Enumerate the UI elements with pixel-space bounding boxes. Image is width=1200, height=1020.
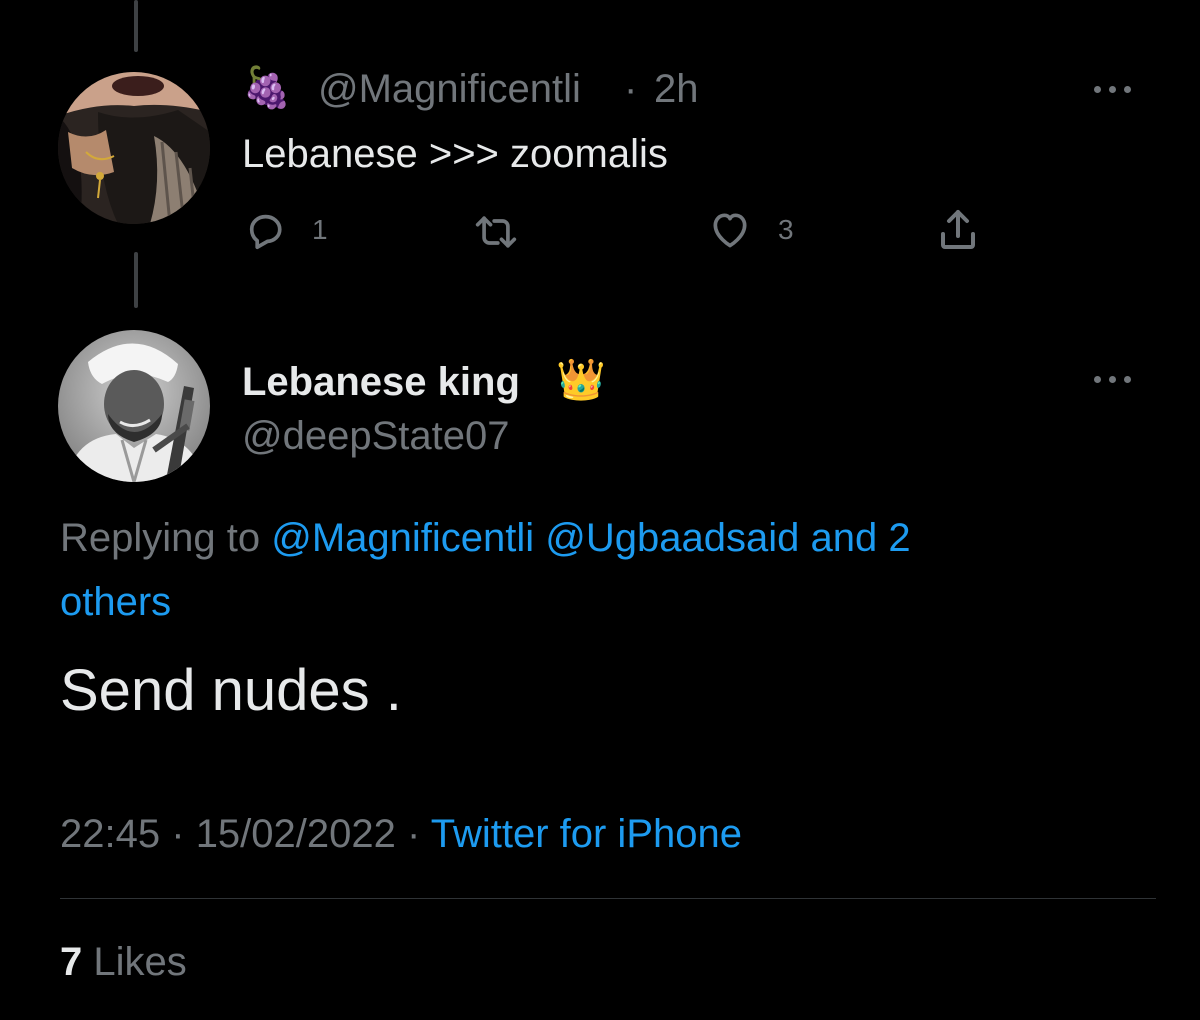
share-icon[interactable] [934, 206, 982, 254]
tweet-time[interactable]: 22:45 [60, 812, 160, 856]
like-count: 3 [778, 214, 794, 245]
like-icon[interactable] [706, 208, 754, 252]
thread-line-bottom [134, 252, 138, 308]
replying-targets[interactable]: @Magnificentli @Ugbaadsaid and 2 [271, 516, 910, 560]
meta-separator-1: · [171, 812, 185, 856]
parent-handle[interactable]: @Magnificentli [318, 66, 581, 112]
replying-to-line: Replying to @Magnificentli @Ugbaadsaid a… [60, 512, 911, 564]
likes-summary[interactable]: 7 Likes [60, 936, 187, 988]
parent-emoji: 🍇 [242, 66, 292, 110]
replying-prefix: Replying to [60, 516, 261, 560]
parent-tweet-text: Lebanese >>> zoomalis [242, 132, 668, 176]
reply-icon[interactable] [244, 208, 288, 252]
main-more-icon[interactable] [1094, 373, 1134, 385]
parent-more-icon[interactable] [1094, 83, 1134, 95]
main-display-name[interactable]: Lebanese king [242, 358, 520, 406]
crown-emoji: 👑 [556, 358, 606, 402]
retweet-icon[interactable] [472, 210, 520, 254]
tweet-metadata: 22:45 · 15/02/2022 · Twitter for iPhone [60, 808, 742, 860]
metadata-divider [60, 898, 1156, 899]
likes-count: 7 [60, 940, 83, 984]
reply-count: 1 [312, 214, 328, 245]
tweet-source-link[interactable]: Twitter for iPhone [431, 812, 742, 856]
parent-separator: · [624, 67, 638, 111]
main-avatar[interactable] [58, 330, 210, 482]
thread-line-top [134, 0, 138, 52]
tweet-date[interactable]: 15/02/2022 [196, 812, 396, 856]
main-handle[interactable]: @deepState07 [242, 412, 509, 460]
replying-others-link[interactable]: others [60, 576, 171, 628]
parent-time[interactable]: 2h [654, 66, 699, 112]
parent-avatar[interactable] [58, 72, 210, 224]
main-tweet-text: Send nudes . [60, 658, 402, 723]
meta-separator-2: · [407, 812, 421, 856]
likes-label: Likes [93, 940, 187, 984]
